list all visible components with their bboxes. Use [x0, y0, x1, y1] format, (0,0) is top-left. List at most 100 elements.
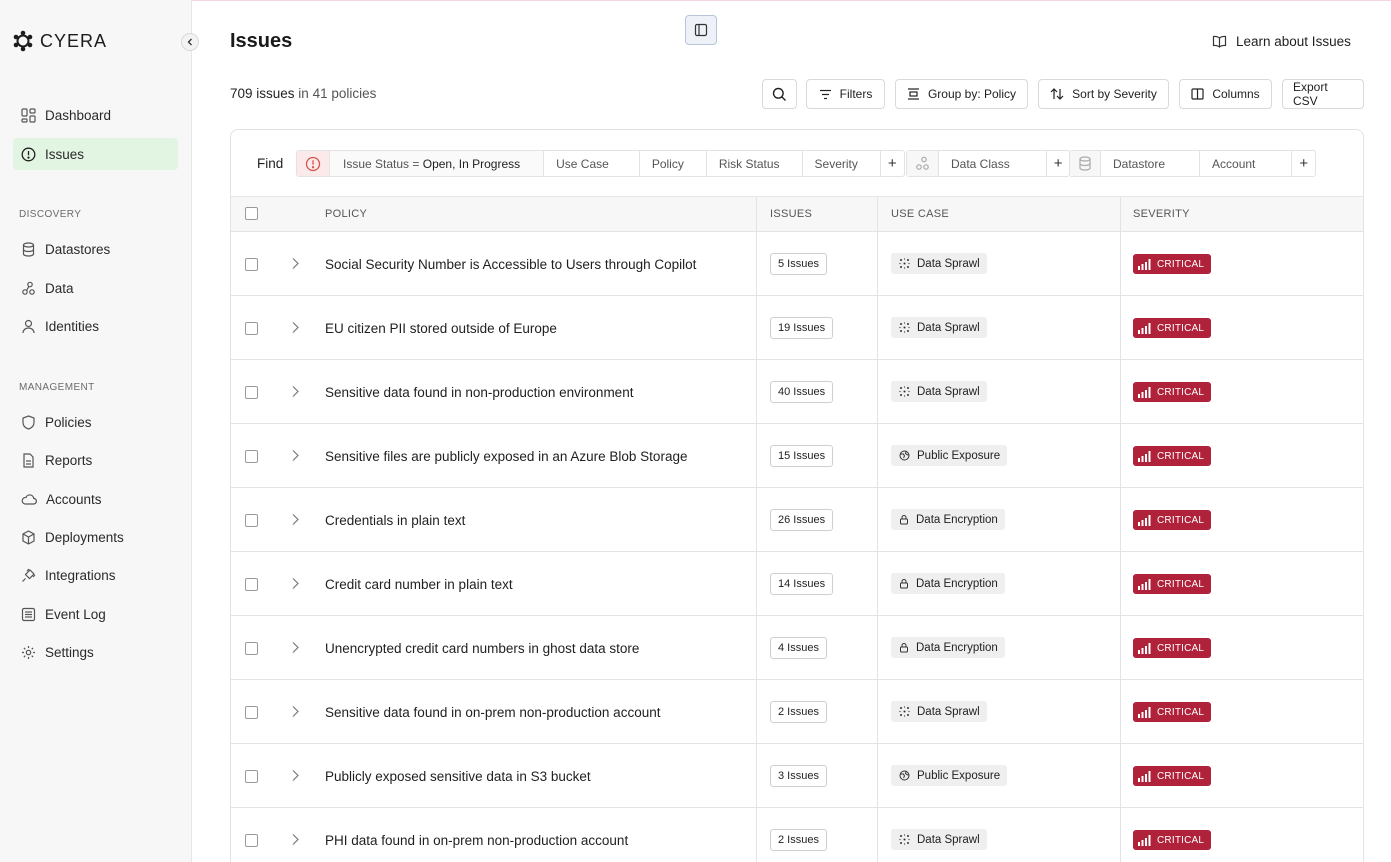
row-checkbox[interactable] [245, 642, 258, 655]
table-row[interactable]: Social Security Number is Accessible to … [231, 232, 1363, 296]
chevron-right-icon[interactable] [291, 833, 300, 846]
filter-policy[interactable]: Policy [640, 151, 707, 176]
export-csv-button[interactable]: Export CSV [1282, 79, 1364, 109]
find-label: Find [257, 156, 284, 171]
sidebar-item-deployments[interactable]: Deployments [13, 521, 178, 553]
sidebar-item-issues[interactable]: Issues [13, 138, 178, 170]
add-filter-button[interactable]: + [1292, 151, 1315, 176]
signal-bars-icon [1138, 642, 1151, 654]
sidebar-item-event-log[interactable]: Event Log [13, 598, 178, 630]
row-checkbox[interactable] [245, 578, 258, 591]
select-all-checkbox[interactable] [245, 207, 258, 220]
chevron-right-icon[interactable] [291, 769, 300, 782]
find-bar: Find Issue Status = Open, In Progress Us… [231, 130, 1363, 197]
severity-label: CRITICAL [1157, 258, 1205, 270]
collapse-sidebar-button[interactable] [181, 33, 199, 51]
table-row[interactable]: Sensitive data found in on-prem non-prod… [231, 680, 1363, 744]
chevron-right-icon[interactable] [291, 577, 300, 590]
chevron-right-icon[interactable] [291, 513, 300, 526]
table-row[interactable]: Sensitive data found in non-production e… [231, 360, 1363, 424]
filter-data-class[interactable]: Data Class [939, 151, 1047, 176]
sidebar-item-settings[interactable]: Settings [13, 636, 178, 668]
issues-count-badge[interactable]: 4 Issues [770, 637, 827, 659]
filter-datastore[interactable]: Datastore [1101, 151, 1201, 176]
sidebar-item-dashboard[interactable]: Dashboard [13, 99, 178, 131]
issues-count-badge[interactable]: 26 Issues [770, 509, 834, 531]
row-checkbox[interactable] [245, 706, 258, 719]
sidebar-item-identities[interactable]: Identities [13, 310, 178, 342]
group-by-label: Group by: Policy [927, 87, 1017, 101]
table-row[interactable]: EU citizen PII stored outside of Europe 1… [231, 296, 1363, 360]
sidebar-item-reports[interactable]: Reports [13, 444, 178, 476]
column-header-severity[interactable]: SEVERITY [1133, 208, 1190, 220]
cube-icon [22, 529, 35, 545]
column-header-use-case[interactable]: USE CASE [891, 208, 949, 220]
table-row[interactable]: Credentials in plain text 26 Issues Data E… [231, 488, 1363, 552]
filters-button[interactable]: Filters [806, 79, 885, 109]
policy-name[interactable]: Credentials in plain text [325, 513, 465, 528]
sidebar-item-data[interactable]: Data [13, 272, 178, 304]
panel-toggle-button[interactable] [685, 15, 717, 45]
filter-account[interactable]: Account [1200, 151, 1293, 176]
issues-count-badge[interactable]: 2 Issues [770, 829, 827, 851]
policy-name[interactable]: Sensitive data found in non-production e… [325, 385, 633, 400]
sidebar-item-label: Integrations [45, 567, 116, 583]
logo[interactable]: CYERA [12, 30, 107, 52]
policy-name[interactable]: Publicly exposed sensitive data in S3 bu… [325, 769, 591, 784]
sidebar-item-datastores[interactable]: Datastores [13, 233, 178, 265]
issues-count-badge[interactable]: 3 Issues [770, 765, 827, 787]
issues-count-badge[interactable]: 15 Issues [770, 445, 834, 467]
sort-button[interactable]: Sort by Severity [1038, 79, 1169, 109]
filter-severity[interactable]: Severity [803, 151, 881, 176]
sidebar-item-accounts[interactable]: Accounts [13, 483, 178, 515]
column-header-policy[interactable]: POLICY [325, 208, 367, 220]
table-row[interactable]: Publicly exposed sensitive data in S3 bu… [231, 744, 1363, 808]
filter-operator: = [409, 156, 423, 171]
policy-name[interactable]: Sensitive files are publicly exposed in … [325, 449, 687, 464]
search-button[interactable] [762, 79, 797, 109]
chevron-right-icon[interactable] [291, 705, 300, 718]
chevron-right-icon[interactable] [291, 321, 300, 334]
row-checkbox[interactable] [245, 450, 258, 463]
sidebar-item-policies[interactable]: Policies [13, 406, 178, 438]
chevron-right-icon[interactable] [291, 385, 300, 398]
row-checkbox[interactable] [245, 514, 258, 527]
filter-risk-status[interactable]: Risk Status [707, 151, 803, 176]
issues-count-badge[interactable]: 40 Issues [770, 381, 834, 403]
row-checkbox[interactable] [245, 258, 258, 271]
issues-count-badge[interactable]: 5 Issues [770, 253, 827, 275]
chevron-right-icon[interactable] [291, 449, 300, 462]
policy-name[interactable]: Credit card number in plain text [325, 577, 513, 592]
policy-name[interactable]: PHI data found in on-prem non-production… [325, 833, 628, 848]
chevron-right-icon[interactable] [291, 641, 300, 654]
sidebar-item-integrations[interactable]: Integrations [13, 559, 178, 591]
issues-count-badge[interactable]: 2 Issues [770, 701, 827, 723]
policy-name[interactable]: Unencrypted credit card numbers in ghost… [325, 641, 639, 656]
group-by-button[interactable]: Group by: Policy [895, 79, 1028, 109]
table-row[interactable]: PHI data found in on-prem non-production… [231, 808, 1363, 862]
row-checkbox[interactable] [245, 386, 258, 399]
filter-use-case[interactable]: Use Case [544, 151, 640, 176]
row-checkbox[interactable] [245, 770, 258, 783]
chevron-right-icon[interactable] [291, 257, 300, 270]
section-label-discovery: DISCOVERY [19, 209, 82, 220]
row-checkbox[interactable] [245, 834, 258, 847]
policy-name[interactable]: Sensitive data found in on-prem non-prod… [325, 705, 660, 720]
row-checkbox[interactable] [245, 322, 258, 335]
filter-key: Issue Status [343, 156, 410, 171]
issues-count-badge[interactable]: 14 Issues [770, 573, 834, 595]
add-filter-button[interactable]: + [1047, 151, 1070, 176]
use-case-label: Data Encryption [916, 513, 998, 526]
columns-button[interactable]: Columns [1179, 79, 1272, 109]
table-row[interactable]: Sensitive files are publicly exposed in … [231, 424, 1363, 488]
learn-about-issues-link[interactable]: Learn about Issues [1212, 34, 1351, 49]
table-row[interactable]: Credit card number in plain text 14 Issue… [231, 552, 1363, 616]
filter-icon [819, 89, 831, 99]
issues-count-badge[interactable]: 19 Issues [770, 317, 834, 339]
table-row[interactable]: Unencrypted credit card numbers in ghost… [231, 616, 1363, 680]
add-filter-button[interactable]: + [881, 151, 904, 176]
policy-name[interactable]: Social Security Number is Accessible to … [325, 257, 696, 272]
column-header-issues[interactable]: ISSUES [770, 208, 812, 220]
policy-name[interactable]: EU citizen PII stored outside of Europe [325, 321, 557, 336]
filter-issue-status[interactable]: Issue Status = Open, In Progress [330, 151, 545, 176]
